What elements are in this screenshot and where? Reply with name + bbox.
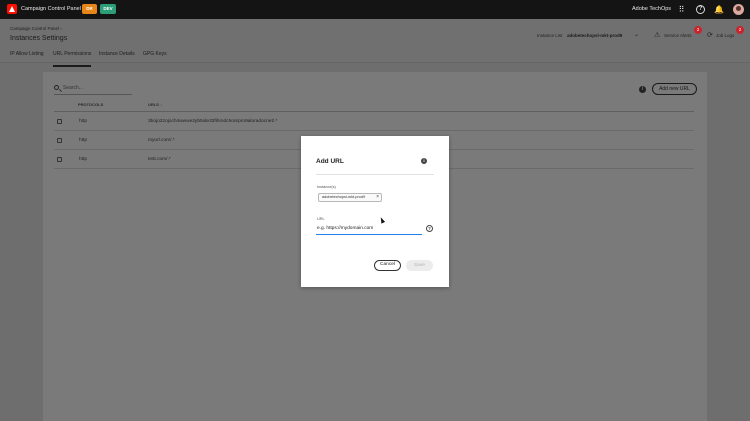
- protocol-cell: http: [79, 138, 88, 143]
- apps-grid-icon[interactable]: ⠿: [677, 5, 686, 14]
- job-logs-badge: 2: [736, 26, 744, 34]
- adobe-logo-icon[interactable]: [7, 4, 17, 14]
- breadcrumb[interactable]: Campaign Control Panel ›: [10, 26, 62, 31]
- row-checkbox[interactable]: [57, 119, 62, 124]
- dialog-divider: [316, 174, 434, 175]
- app-title[interactable]: Campaign Control Panel: [21, 6, 81, 12]
- tab-url-permissions[interactable]: URL Permissions: [53, 51, 92, 67]
- chevron-down-icon[interactable]: ⌄: [634, 31, 639, 38]
- row-checkbox[interactable]: [57, 157, 62, 162]
- instances-label: Instance(s): [317, 185, 336, 189]
- url-label: URL: [317, 217, 325, 221]
- column-header-urls[interactable]: URLS ↓: [148, 102, 162, 107]
- env-badge-dr: DR: [82, 4, 97, 14]
- user-avatar[interactable]: [733, 4, 744, 15]
- url-cell: myurl.com/.*: [148, 138, 175, 143]
- instance-list-label: Instance List: [537, 33, 563, 38]
- service-alerts-link[interactable]: Service Alerts: [664, 33, 692, 38]
- close-icon[interactable]: ×: [376, 194, 379, 201]
- page-title: Instances Settings: [10, 35, 68, 42]
- url-cell: 3bojo22ojoch4wwwe2yb5ide33fihmdc5oorpro9…: [148, 119, 278, 124]
- add-url-dialog: Add URL i Instance(s) adobetechopsl-mkt-…: [301, 136, 449, 287]
- org-name[interactable]: Adobe TechOps: [632, 6, 671, 12]
- add-new-url-button[interactable]: Add new URL: [652, 83, 697, 95]
- help-icon[interactable]: ?: [426, 225, 433, 232]
- info-icon[interactable]: i: [421, 158, 427, 164]
- job-logs-link[interactable]: Job Logs: [716, 33, 734, 38]
- info-icon[interactable]: i: [639, 86, 646, 93]
- tab-gpg-keys[interactable]: GPG Keys: [143, 51, 167, 57]
- alert-icon[interactable]: ⚠: [654, 31, 660, 39]
- column-header-protocols[interactable]: PROTOCOLS: [78, 102, 103, 107]
- job-logs-icon[interactable]: ⟳: [707, 31, 713, 39]
- url-cell: test.com/.*: [148, 157, 171, 162]
- search-icon: [54, 85, 59, 90]
- tab-ip-allow-listing[interactable]: IP Allow Listing: [10, 51, 44, 57]
- dialog-title: Add URL: [316, 158, 344, 165]
- save-button[interactable]: Save: [406, 260, 433, 271]
- url-input[interactable]: e.g. https://mydomain.com: [316, 224, 422, 235]
- cancel-button[interactable]: Cancel: [374, 260, 401, 271]
- bell-icon[interactable]: 🔔: [714, 5, 724, 14]
- instance-list-picker[interactable]: adobetechopsl-mkt-prod9: [567, 33, 622, 38]
- page-header: Campaign Control Panel › Instances Setti…: [0, 19, 750, 67]
- instance-tag-label: adobetechopsl-mkt-prod9: [322, 195, 366, 199]
- search-input[interactable]: Search...: [54, 84, 132, 95]
- env-badge-dev: DEV: [100, 4, 116, 14]
- row-checkbox[interactable]: [57, 138, 62, 143]
- table-row[interactable]: http 3bojo22ojoch4wwwe2yb5ide33fihmdc5oo…: [54, 112, 694, 131]
- top-bar: Campaign Control Panel DR DEV Adobe Tech…: [0, 0, 750, 19]
- tab-instance-details[interactable]: Instance Details: [99, 51, 135, 57]
- protocol-cell: http: [79, 157, 88, 162]
- help-icon[interactable]: ?: [696, 5, 705, 14]
- instance-tag[interactable]: adobetechopsl-mkt-prod9 ×: [318, 193, 382, 202]
- protocol-cell: http: [79, 119, 88, 124]
- service-alerts-badge: 2: [694, 26, 702, 34]
- search-placeholder: Search...: [63, 85, 84, 91]
